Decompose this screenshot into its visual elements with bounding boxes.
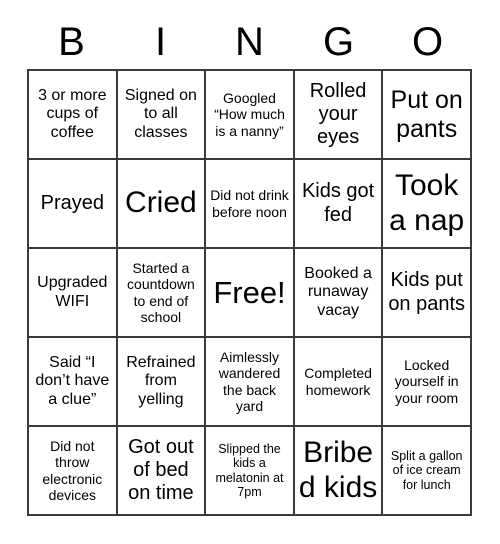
bingo-cell-i1[interactable]: Signed on to all classes — [117, 71, 207, 160]
bingo-cell-label: Said “I don’t have a clue” — [35, 353, 110, 408]
bingo-card: B I N G O 3 or more cups of coffee Signe… — [0, 0, 500, 544]
bingo-cell-b2[interactable]: Prayed — [29, 160, 118, 249]
bingo-header-row: B I N G O — [27, 16, 472, 68]
bingo-cell-label: Booked a runaway vacay — [304, 264, 372, 319]
bingo-cell-g4[interactable]: Completed homework — [294, 338, 384, 427]
bingo-cell-label: Cried — [125, 186, 197, 220]
bingo-cell-n2[interactable]: Did not drink before noon — [206, 160, 295, 249]
bingo-cell-b3[interactable]: Upgraded WIFI — [29, 249, 118, 338]
bingo-cell-label: 3 or more cups of coffee — [38, 86, 107, 141]
bingo-cell-n4[interactable]: Aimlessly wandered the back yard — [206, 338, 295, 427]
bingo-cell-label: Prayed — [40, 191, 104, 214]
bingo-cell-n5[interactable]: Slipped the kids a melatonin at 7pm — [206, 427, 295, 516]
bingo-header-letter-b: B — [58, 20, 85, 64]
bingo-cell-i2[interactable]: Cried — [117, 160, 207, 249]
bingo-cell-label: Slipped the kids a melatonin at 7pm — [215, 441, 284, 500]
bingo-cell-label: Rolled your eyes — [309, 79, 367, 149]
bingo-grid: 3 or more cups of coffee Signed on to al… — [27, 69, 472, 516]
bingo-header-letter-g: G — [322, 20, 355, 64]
bingo-cell-g1[interactable]: Rolled your eyes — [294, 71, 384, 160]
bingo-cell-b5[interactable]: Did not throw electronic devices — [29, 427, 118, 516]
bingo-cell-o4[interactable]: Locked yourself in your room — [383, 338, 472, 427]
bingo-cell-i4[interactable]: Refrained from yelling — [117, 338, 207, 427]
bingo-cell-g2[interactable]: Kids got fed — [294, 160, 384, 249]
bingo-cell-n1[interactable]: Googled “How much is a nanny” — [206, 71, 295, 160]
bingo-cell-label: Started a countdown to end of school — [127, 260, 195, 325]
bingo-cell-label: Upgraded WIFI — [37, 273, 108, 310]
bingo-cell-label: Split a gallon of ice cream for lunch — [390, 448, 463, 492]
bingo-cell-o3[interactable]: Kids put on pants — [383, 249, 472, 338]
bingo-cell-label: Got out of bed on time — [128, 435, 194, 505]
bingo-cell-label: Aimlessly wandered the back yard — [218, 349, 281, 414]
bingo-cell-b1[interactable]: 3 or more cups of coffee — [29, 71, 118, 160]
bingo-cell-label: Took a nap — [389, 168, 465, 237]
bingo-cell-label: Refrained from yelling — [126, 353, 196, 408]
bingo-cell-b4[interactable]: Said “I don’t have a clue” — [29, 338, 118, 427]
bingo-cell-o2[interactable]: Took a nap — [383, 160, 472, 249]
bingo-cell-label: Googled “How much is a nanny” — [214, 90, 285, 139]
bingo-cell-o5[interactable]: Split a gallon of ice cream for lunch — [383, 427, 472, 516]
bingo-cell-label: Locked yourself in your room — [394, 357, 459, 406]
bingo-cell-label: Bribed kids — [298, 435, 378, 504]
bingo-cell-label: Signed on to all classes — [124, 86, 197, 141]
bingo-cell-label: Put on pants — [390, 85, 463, 143]
bingo-cell-i5[interactable]: Got out of bed on time — [117, 427, 207, 516]
bingo-free-space-label: Free! — [213, 274, 286, 310]
bingo-cell-label: Did not drink before noon — [210, 187, 289, 220]
bingo-header-letter-i: I — [154, 20, 167, 64]
bingo-cell-label: Completed homework — [304, 365, 372, 398]
bingo-cell-label: Did not throw electronic devices — [42, 438, 103, 503]
bingo-cell-label: Kids got fed — [301, 180, 375, 226]
bingo-cell-free-space[interactable]: Free! — [206, 249, 295, 338]
bingo-cell-g3[interactable]: Booked a runaway vacay — [294, 249, 384, 338]
bingo-header-letter-n: N — [235, 20, 264, 64]
bingo-cell-i3[interactable]: Started a countdown to end of school — [117, 249, 207, 338]
bingo-cell-g5[interactable]: Bribed kids — [294, 427, 384, 516]
bingo-cell-o1[interactable]: Put on pants — [383, 71, 472, 160]
bingo-cell-label: Kids put on pants — [388, 269, 466, 315]
bingo-header-letter-o: O — [411, 20, 444, 64]
